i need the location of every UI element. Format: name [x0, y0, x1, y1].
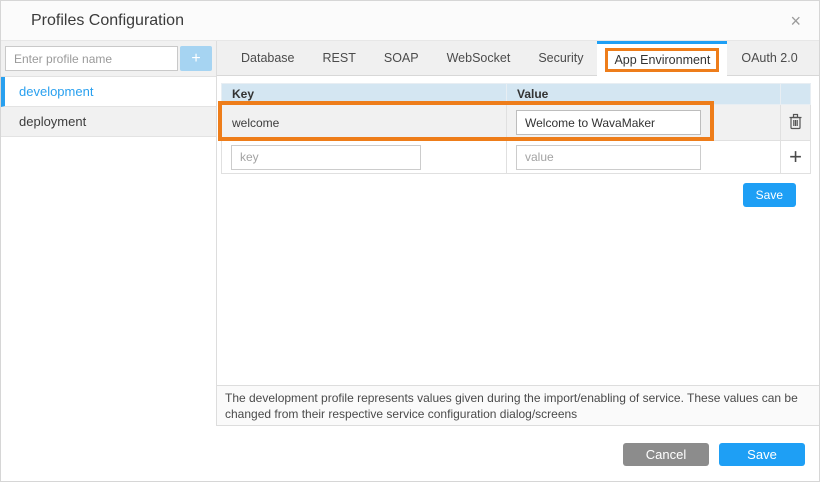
- add-profile-button[interactable]: +: [180, 46, 212, 71]
- profiles-configuration-dialog: Profiles Configuration × + development d…: [0, 0, 820, 482]
- dialog-title: Profiles Configuration: [31, 12, 786, 30]
- profile-item-deployment[interactable]: deployment: [1, 107, 216, 137]
- tab-database[interactable]: Database: [227, 41, 309, 75]
- table-save-button[interactable]: Save: [743, 183, 796, 207]
- tab-rest[interactable]: REST: [309, 41, 370, 75]
- table-header-row: Key Value: [222, 84, 811, 105]
- cancel-button[interactable]: Cancel: [623, 443, 709, 466]
- profile-add-bar: +: [1, 41, 216, 77]
- tab-oauth-2-0[interactable]: OAuth 2.0: [727, 41, 811, 75]
- new-value-input[interactable]: [516, 145, 701, 170]
- key-cell: welcome: [222, 105, 507, 141]
- new-entry-row: +: [222, 141, 811, 174]
- tab-app-environment[interactable]: App Environment: [597, 41, 727, 76]
- tab-security[interactable]: Security: [524, 41, 597, 75]
- profile-name-input[interactable]: [5, 46, 178, 71]
- column-header-value: Value: [507, 84, 781, 105]
- dialog-header: Profiles Configuration ×: [1, 1, 819, 41]
- column-header-actions: [781, 84, 811, 105]
- dialog-body: + development deployment Database REST S…: [1, 41, 819, 426]
- profile-description-text: The development profile represents value…: [217, 385, 819, 426]
- tab-websocket[interactable]: WebSocket: [433, 41, 525, 75]
- content-panel: Database REST SOAP WebSocket Security Ap…: [217, 41, 819, 426]
- profile-item-development[interactable]: development: [1, 77, 216, 107]
- value-input[interactable]: [516, 110, 701, 135]
- tab-soap[interactable]: SOAP: [370, 41, 433, 75]
- app-environment-panel: Key Value welcome: [217, 76, 819, 385]
- key-value-table: Key Value welcome: [221, 83, 811, 174]
- dialog-footer: Cancel Save: [1, 426, 819, 481]
- profiles-sidebar: + development deployment: [1, 41, 217, 426]
- profile-list: development deployment: [1, 77, 216, 137]
- save-button[interactable]: Save: [719, 443, 805, 466]
- new-key-input[interactable]: [231, 145, 421, 170]
- tab-bar: Database REST SOAP WebSocket Security Ap…: [217, 41, 819, 76]
- add-row-icon[interactable]: +: [789, 144, 802, 169]
- close-icon[interactable]: ×: [786, 10, 805, 32]
- table-row: welcome: [222, 105, 811, 141]
- delete-row-icon[interactable]: [788, 113, 803, 130]
- tab-app-environment-label: App Environment: [605, 48, 719, 72]
- column-header-key: Key: [222, 84, 507, 105]
